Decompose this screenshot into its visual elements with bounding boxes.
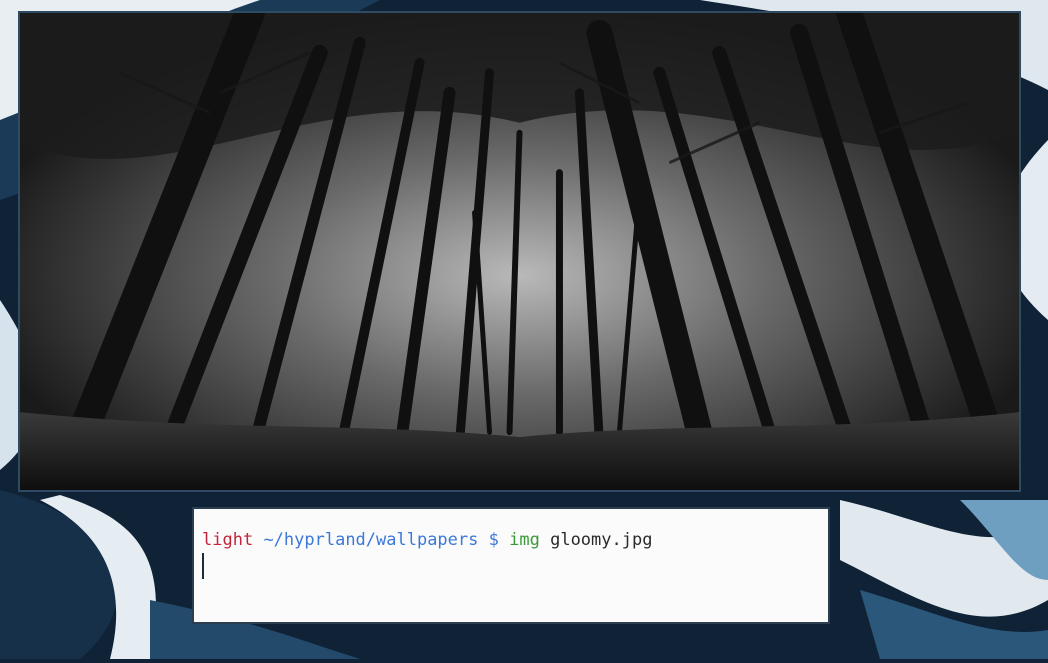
text-cursor — [202, 553, 204, 579]
command-name: img — [509, 530, 540, 550]
terminal-input-line[interactable] — [202, 553, 828, 579]
prompt-path: ~/hyprland/wallpapers — [263, 530, 479, 550]
image-viewer-window[interactable] — [18, 11, 1021, 492]
forest-image — [20, 13, 1019, 490]
prompt-host: light — [202, 530, 254, 550]
terminal-command-line: light ~/hyprland/wallpapers $ img gloomy… — [202, 527, 828, 553]
command-argument: gloomy.jpg — [550, 530, 653, 550]
terminal-window[interactable]: light ~/hyprland/wallpapers $ img gloomy… — [192, 507, 830, 624]
prompt-symbol: $ — [488, 530, 499, 550]
